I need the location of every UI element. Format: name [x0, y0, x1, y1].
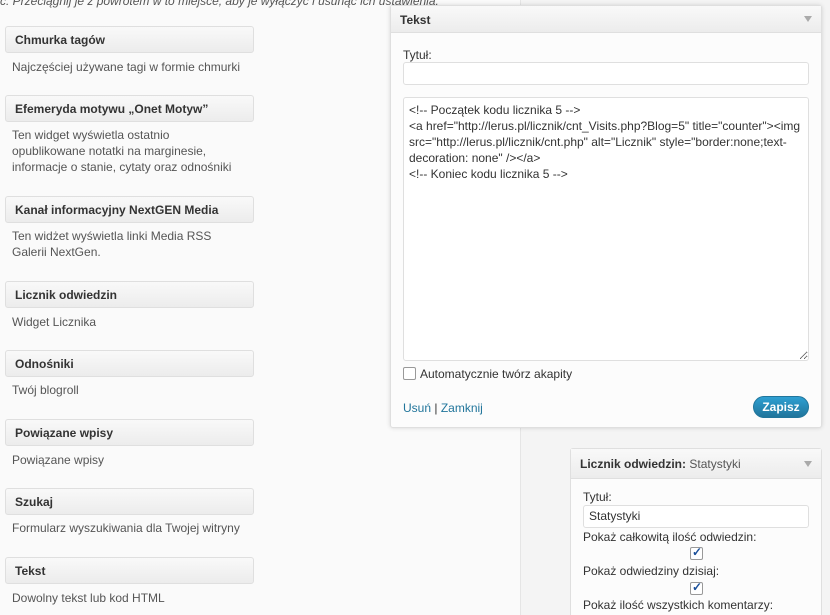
auto-paragraph-label: Automatycznie twórz akapity	[420, 367, 573, 381]
counter-widget-title: Licznik odwiedzin:	[580, 457, 687, 471]
collapse-arrow-icon[interactable]	[804, 461, 812, 467]
widget-description: Formularz wyszukiwania dla Twojej witryn…	[12, 521, 240, 535]
link-separator: |	[434, 401, 438, 415]
content-textarea[interactable]: <!-- Początek kodu licznika 5 --> <a hre…	[403, 97, 809, 361]
widget-szukaj[interactable]: Szukaj	[5, 488, 254, 515]
widget-description: Ten widżet wyświetla linki Media RSS Gal…	[12, 229, 212, 259]
option-total-visits-checkbox[interactable]	[690, 545, 703, 560]
widget-description: Powiązane wpisy	[12, 453, 105, 467]
widget-chmurka-tagow[interactable]: Chmurka tagów	[5, 26, 254, 53]
text-widget-title: Tekst	[400, 13, 431, 27]
delete-link[interactable]: Usuń	[403, 401, 431, 415]
counter-title-input[interactable]: Statystyki	[583, 505, 809, 528]
text-widget-editor: Tekst Tytuł: <!-- Początek kodu licznika…	[390, 5, 822, 428]
widget-description: Dowolny tekst lub kod HTML	[12, 591, 165, 605]
widget-odnosniki[interactable]: Odnośniki	[5, 350, 254, 377]
counter-widget: Licznik odwiedzin: Statystyki Tytuł: Sta…	[570, 448, 822, 615]
collapse-arrow-icon[interactable]	[804, 16, 812, 22]
widget-description: Ten widget wyświetla ostatnio opublikowa…	[12, 128, 232, 174]
counter-title-label: Tytuł:	[583, 490, 612, 504]
widget-powiazane-wpisy[interactable]: Powiązane wpisy	[5, 419, 254, 446]
widget-licznik-odwiedzin[interactable]: Licznik odwiedzin	[5, 281, 254, 308]
widget-kanal-nextgen[interactable]: Kanał informacyjny NextGEN Media	[5, 196, 254, 223]
counter-widget-subtitle: Statystyki	[689, 457, 741, 471]
option-all-comments-label: Pokaż ilość wszystkich komentarzy:	[583, 598, 774, 612]
text-widget-header[interactable]: Tekst	[391, 6, 821, 33]
title-label: Tytuł:	[403, 48, 432, 62]
close-link[interactable]: Zamknij	[441, 401, 483, 415]
widget-description: Twój blogroll	[12, 383, 79, 397]
widget-tekst[interactable]: Tekst	[5, 557, 254, 584]
option-today-visits-label: Pokaż odwiedziny dzisiaj:	[583, 564, 720, 578]
save-button[interactable]: Zapisz	[753, 396, 809, 418]
option-total-visits-label: Pokaż całkowitą ilość odwiedzin:	[583, 530, 757, 544]
widget-efemeryda[interactable]: Efemeryda motywu „Onet Motyw”	[5, 95, 254, 122]
counter-widget-header[interactable]: Licznik odwiedzin: Statystyki	[571, 449, 821, 479]
option-today-visits-checkbox[interactable]	[690, 580, 703, 595]
title-input[interactable]	[403, 62, 809, 85]
widget-description: Najczęściej używane tagi w formie chmurk…	[12, 60, 241, 74]
auto-paragraph-checkbox[interactable]	[403, 367, 416, 380]
widget-description: Widget Licznika	[12, 315, 97, 329]
